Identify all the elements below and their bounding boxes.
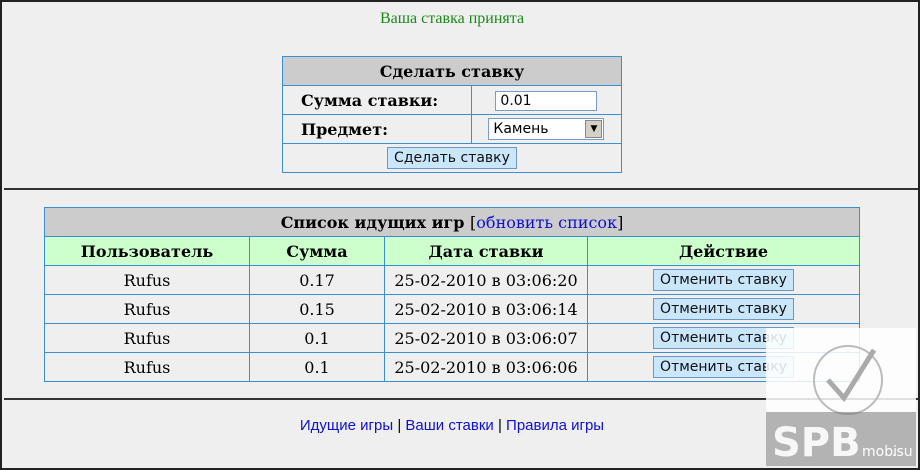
games-title: Список идущих игр bbox=[280, 212, 465, 232]
page-frame: Ваша ставка принята Сделать ставку Сумма… bbox=[0, 0, 920, 470]
row-user: Rufus bbox=[44, 294, 250, 324]
bracket-close: ] bbox=[617, 212, 624, 232]
col-amount: Сумма bbox=[249, 236, 385, 266]
table-row: Rufus 0.1 25-02-2010 в 03:06:07 Отменить… bbox=[44, 323, 860, 353]
row-user: Rufus bbox=[44, 265, 250, 295]
row-date: 25-02-2010 в 03:06:14 bbox=[384, 294, 588, 324]
watermark-logo: SPB mobi .su bbox=[766, 328, 916, 466]
row-date: 25-02-2010 в 03:06:07 bbox=[384, 323, 588, 353]
watermark-text: SPB bbox=[772, 420, 861, 466]
row-amount: 0.1 bbox=[249, 323, 385, 353]
table-row: Rufus 0.17 25-02-2010 в 03:06:20 Отменит… bbox=[44, 265, 860, 295]
row-user: Rufus bbox=[44, 323, 250, 353]
col-date: Дата ставки bbox=[384, 236, 588, 266]
footer-link-your-bets[interactable]: Ваши ставки bbox=[405, 417, 493, 434]
amount-label: Сумма ставки: bbox=[282, 85, 472, 115]
row-amount: 0.1 bbox=[249, 352, 385, 382]
cancel-bet-button[interactable]: Отменить ставку bbox=[653, 269, 794, 291]
table-row: Rufus 0.1 25-02-2010 в 03:06:06 Отменить… bbox=[44, 352, 860, 382]
row-date: 25-02-2010 в 03:06:20 bbox=[384, 265, 588, 295]
footer-link-running-games[interactable]: Идущие игры bbox=[300, 417, 393, 434]
row-amount: 0.17 bbox=[249, 265, 385, 295]
watermark-tld: .su bbox=[892, 444, 913, 460]
footer-link-game-rules[interactable]: Правила игры bbox=[506, 417, 604, 434]
refresh-list-link[interactable]: обновить список bbox=[476, 213, 617, 232]
cancel-bet-button[interactable]: Отменить ставку bbox=[653, 298, 794, 320]
chevron-down-icon[interactable]: ▼ bbox=[585, 120, 603, 138]
bet-form-title: Сделать ставку bbox=[282, 56, 622, 86]
col-action: Действие bbox=[587, 236, 860, 266]
place-bet-button[interactable]: Сделать ставку bbox=[387, 147, 517, 169]
games-table: Список идущих игр [обновить список] Поль… bbox=[44, 207, 860, 382]
footer-separator: | bbox=[497, 417, 502, 434]
row-date: 25-02-2010 в 03:06:06 bbox=[384, 352, 588, 382]
item-select-value: Камень bbox=[493, 121, 549, 137]
amount-input[interactable] bbox=[495, 90, 598, 111]
success-notice: Ваша ставка принята bbox=[379, 10, 525, 27]
row-user: Rufus bbox=[44, 352, 250, 382]
bet-form: Сделать ставку Сумма ставки: Предмет: Ка… bbox=[282, 56, 623, 173]
item-select[interactable]: Камень ▼ bbox=[488, 118, 605, 140]
table-row: Rufus 0.15 25-02-2010 в 03:06:14 Отменит… bbox=[44, 294, 860, 324]
divider-top bbox=[4, 188, 918, 190]
footer-separator: | bbox=[397, 417, 402, 434]
row-amount: 0.15 bbox=[249, 294, 385, 324]
item-label: Предмет: bbox=[282, 114, 472, 144]
col-user: Пользователь bbox=[44, 236, 250, 266]
games-caption: Список идущих игр [обновить список] bbox=[44, 207, 860, 237]
